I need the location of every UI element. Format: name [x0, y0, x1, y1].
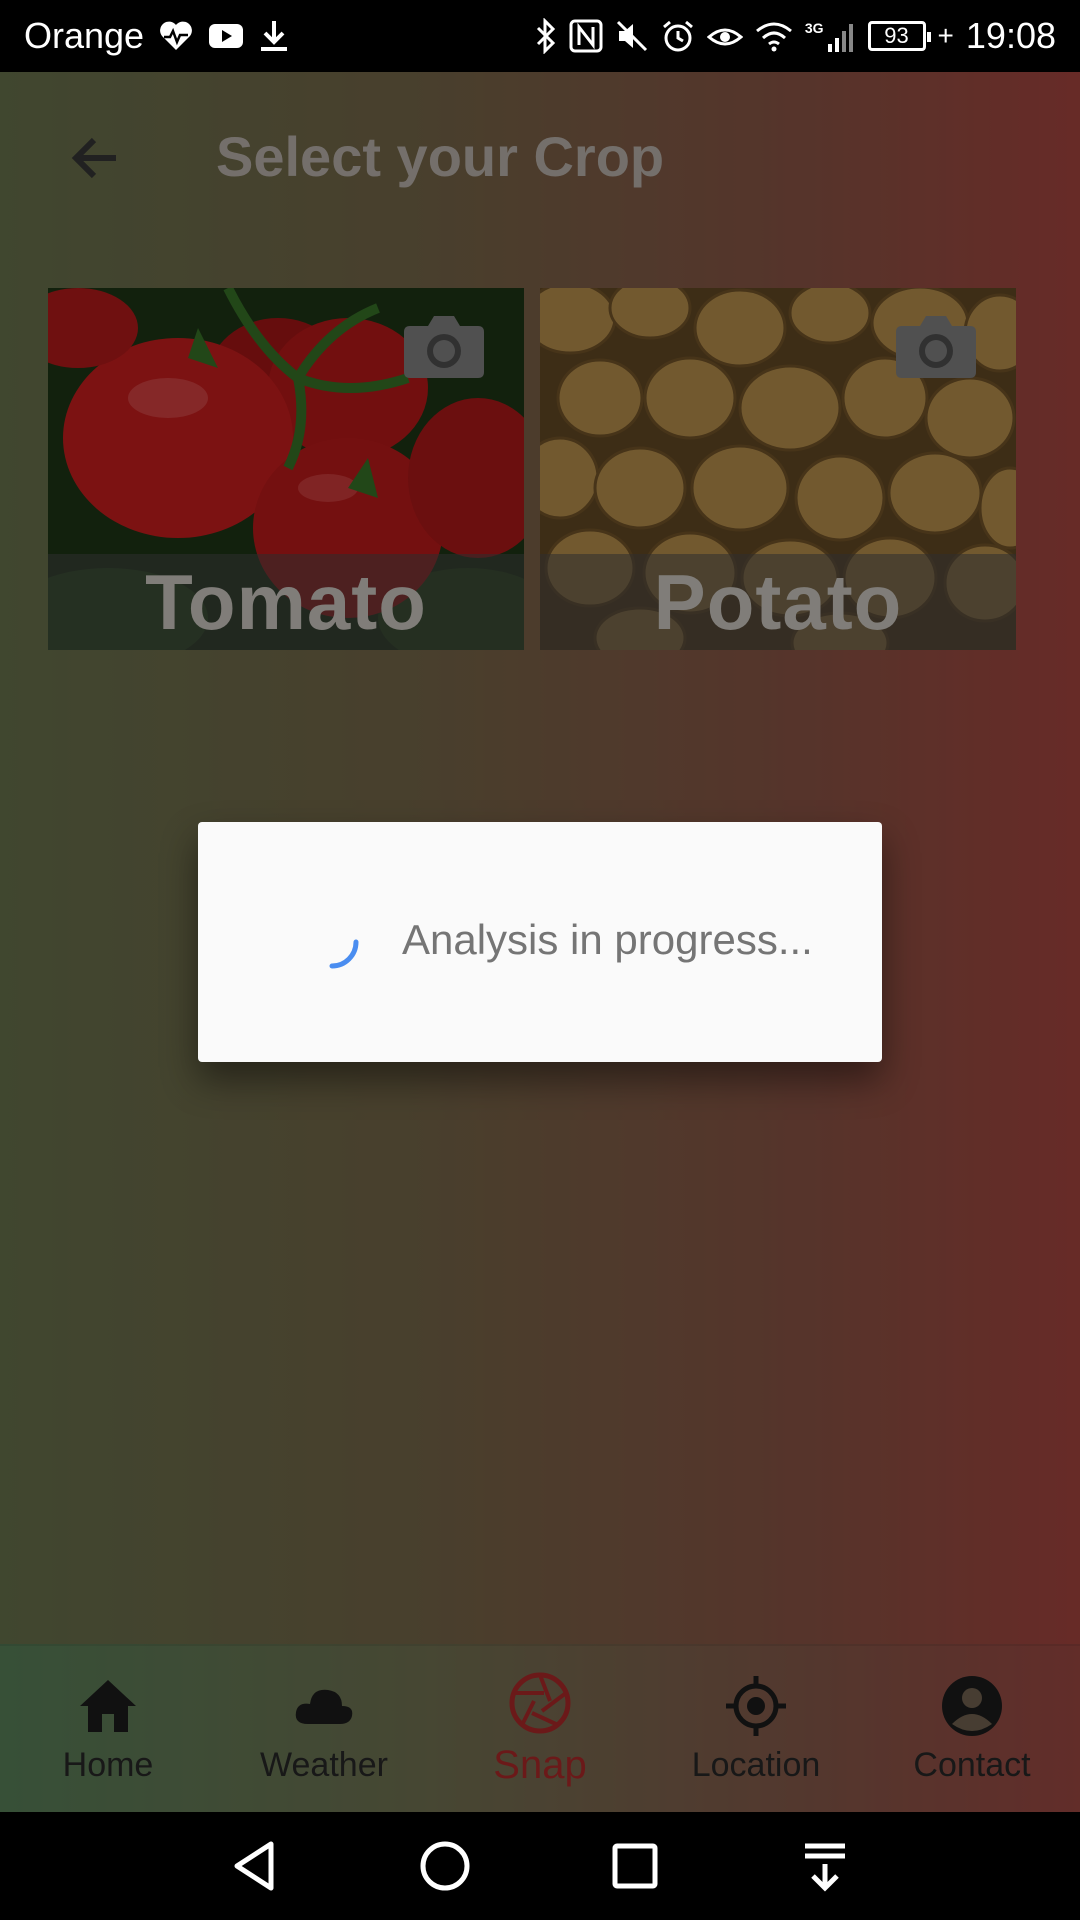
charging-icon: +: [937, 20, 954, 51]
heart-rate-icon: [158, 20, 194, 52]
status-bar: Orange 3G 93 + 19:08: [0, 0, 1080, 72]
back-triangle-icon[interactable]: [225, 1836, 285, 1896]
carrier-name: Orange: [24, 15, 145, 56]
youtube-icon: [208, 22, 244, 50]
wifi-icon: [755, 20, 793, 52]
download-icon: [258, 19, 290, 53]
eye-comfort-icon: [706, 21, 743, 51]
notification-pulldown-icon[interactable]: [795, 1836, 855, 1896]
mute-icon: [615, 19, 649, 53]
signal-icon: 3G: [805, 20, 856, 52]
home-circle-icon[interactable]: [415, 1836, 475, 1896]
alarm-icon: [661, 19, 695, 53]
dialog-message: Analysis in progress...: [402, 916, 813, 963]
nfc-icon: [569, 19, 603, 53]
battery-icon: 93: [867, 21, 931, 51]
recents-square-icon[interactable]: [605, 1836, 665, 1896]
loading-spinner-icon: [329, 939, 359, 969]
clock: 19:08: [965, 15, 1056, 56]
bluetooth-icon: [535, 18, 557, 54]
system-navigation-bar: [0, 1812, 1080, 1920]
progress-dialog: Analysis in progress...: [198, 822, 882, 1062]
